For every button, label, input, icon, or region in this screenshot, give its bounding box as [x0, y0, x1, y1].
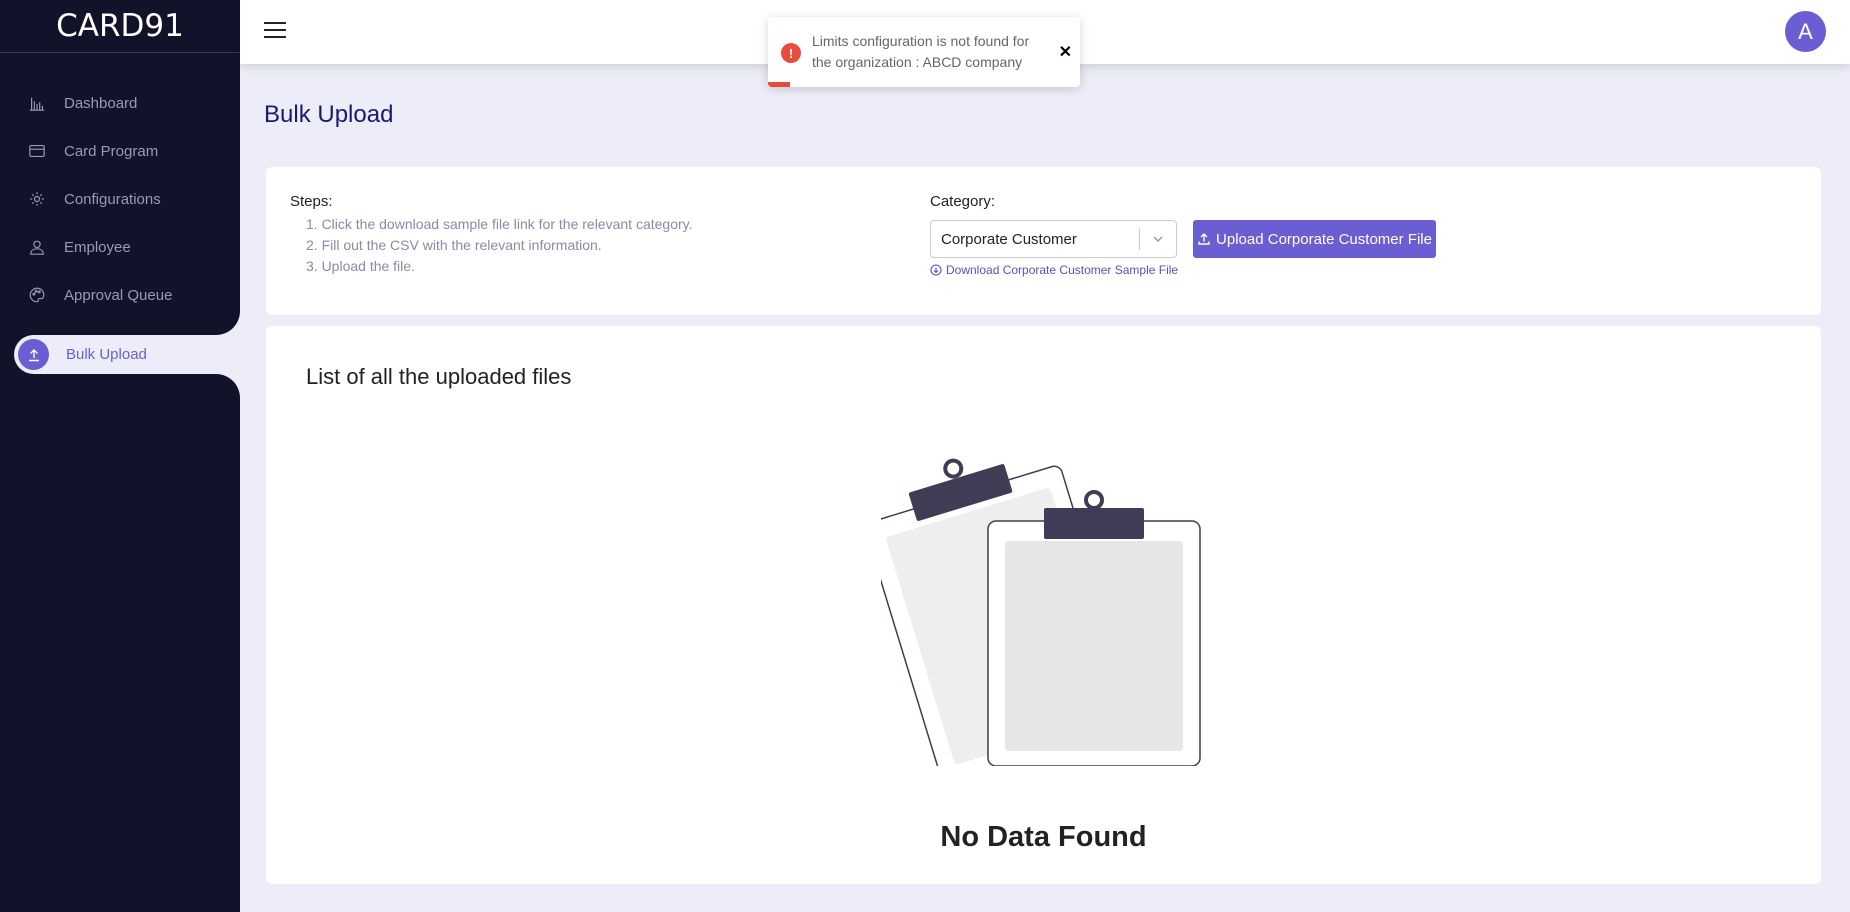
chart-icon	[27, 93, 47, 113]
sidebar-item-bulk-upload[interactable]: Bulk Upload	[14, 335, 240, 374]
upload-file-button[interactable]: Upload Corporate Customer File	[1193, 220, 1436, 258]
nav-curve	[200, 293, 240, 335]
sidebar: CARD91 Dashboard Card Program Configurat…	[0, 0, 240, 912]
logo[interactable]: CARD91	[0, 0, 240, 53]
category-label: Category:	[930, 193, 996, 210]
logo-text: CARD91	[56, 8, 184, 44]
error-toast: ! Limits configuration is not found for …	[768, 17, 1080, 87]
step-item: 1. Click the download sample file link f…	[306, 216, 693, 232]
download-circle-icon	[930, 264, 942, 276]
steps-list: 1. Click the download sample file link f…	[306, 214, 693, 277]
sidebar-item-employee[interactable]: Employee	[0, 223, 240, 271]
sidebar-item-label: Dashboard	[64, 94, 138, 112]
upload-icon	[1198, 233, 1210, 245]
error-icon: !	[781, 43, 801, 63]
step-item: 2. Fill out the CSV with the relevant in…	[306, 237, 602, 253]
avatar[interactable]: A	[1785, 11, 1826, 52]
toast-progress-bar	[768, 82, 790, 87]
upload-button-label: Upload Corporate Customer File	[1216, 230, 1432, 248]
category-select[interactable]: Corporate Customer	[930, 220, 1177, 258]
sidebar-item-label: Approval Queue	[64, 286, 173, 304]
palette-icon	[27, 285, 47, 305]
upload-icon	[18, 339, 49, 370]
uploaded-files-card: List of all the uploaded files No Data F…	[266, 326, 1821, 884]
download-sample-link[interactable]: Download Corporate Customer Sample File	[930, 263, 1178, 277]
close-icon[interactable]: ✕	[1059, 42, 1072, 62]
step-item: 3. Upload the file.	[306, 258, 415, 274]
gear-icon	[27, 189, 47, 209]
category-selected-value: Corporate Customer	[941, 230, 1077, 248]
card-icon	[27, 141, 47, 161]
sidebar-item-label: Configurations	[64, 190, 161, 208]
sidebar-item-configurations[interactable]: Configurations	[0, 175, 240, 223]
sidebar-nav: Dashboard Card Program Configurations Em…	[0, 79, 240, 319]
sidebar-item-label: Bulk Upload	[66, 346, 147, 363]
no-data-message: No Data Found	[940, 821, 1147, 853]
hamburger-menu-icon[interactable]	[264, 22, 286, 40]
download-link-text: Download Corporate Customer Sample File	[946, 263, 1179, 277]
sidebar-item-label: Card Program	[64, 142, 159, 160]
user-icon	[27, 237, 47, 257]
steps-card: Steps: 1. Click the download sample file…	[266, 167, 1821, 315]
empty-clipboard-illustration	[881, 458, 1201, 766]
sidebar-item-card-program[interactable]: Card Program	[0, 127, 240, 175]
toast-message: Limits configuration is not found for th…	[812, 33, 1030, 70]
sidebar-item-label: Employee	[64, 238, 131, 256]
files-list-title: List of all the uploaded files	[306, 364, 572, 389]
sidebar-item-dashboard[interactable]: Dashboard	[0, 79, 240, 127]
chevron-down-icon[interactable]	[1140, 233, 1176, 245]
page-title: Bulk Upload	[264, 101, 394, 128]
nav-curve	[200, 374, 240, 414]
steps-title: Steps:	[290, 193, 333, 210]
